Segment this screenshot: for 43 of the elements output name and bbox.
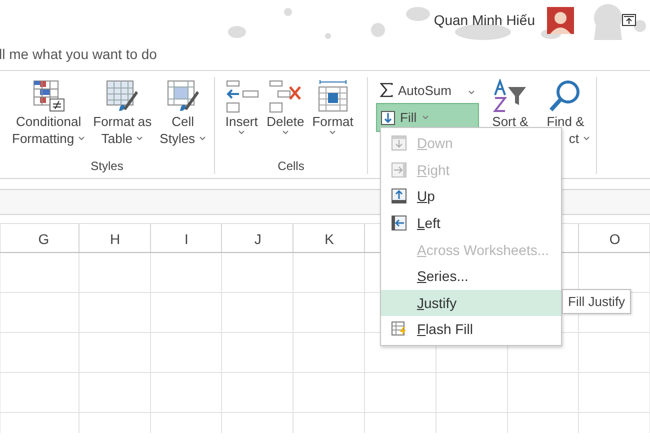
fill-left-icon bbox=[391, 215, 407, 232]
menu-item[interactable]: Left bbox=[381, 210, 561, 236]
flash-fill-icon bbox=[391, 321, 407, 338]
menu-item[interactable]: Flash Fill bbox=[381, 316, 561, 343]
search-icon bbox=[548, 79, 582, 113]
ribbon-button[interactable]: Insert bbox=[222, 77, 261, 159]
group-label: Styles bbox=[90, 159, 124, 174]
fill-up-icon bbox=[391, 188, 407, 204]
ribbon-button[interactable]: Format as Table bbox=[91, 77, 154, 159]
ribbon-button[interactable]: Cell Styles bbox=[158, 77, 208, 159]
fill-down-icon bbox=[391, 135, 407, 152]
ribbon-button[interactable]: Delete bbox=[264, 77, 306, 159]
conditional-formatting-icon bbox=[32, 79, 66, 113]
user-name[interactable]: Quan Minh Hiếu bbox=[434, 12, 535, 28]
tooltip: Fill Justify bbox=[562, 289, 632, 314]
tell-me-field[interactable]: ll me what you want to do bbox=[0, 40, 650, 62]
column-header[interactable]: G bbox=[38, 231, 50, 247]
find-label[interactable]: Find & bbox=[546, 113, 584, 130]
autosum-button[interactable]: AutoSum bbox=[376, 79, 480, 101]
sort-label[interactable]: Sort & bbox=[492, 113, 528, 130]
group-label: Cells bbox=[276, 159, 306, 174]
cell-styles-icon bbox=[166, 79, 200, 113]
fill-down-icon bbox=[381, 110, 395, 124]
avatar-icon[interactable] bbox=[547, 6, 574, 34]
ribbon-button[interactable]: Format bbox=[310, 77, 356, 159]
ribbon-display-icon[interactable] bbox=[622, 14, 636, 26]
delete-cells-icon bbox=[268, 79, 302, 113]
menu-item[interactable]: Up bbox=[381, 183, 561, 210]
menu-item[interactable]: Justify bbox=[381, 290, 561, 316]
ribbon-button[interactable]: Conditional Formatting bbox=[10, 77, 88, 159]
format-cells-icon bbox=[316, 79, 350, 113]
menu-item[interactable]: Series... bbox=[381, 262, 561, 290]
sigma-icon bbox=[380, 83, 393, 97]
caret-icon bbox=[422, 115, 429, 120]
find-label[interactable]: ct bbox=[568, 130, 590, 147]
column-header[interactable]: K bbox=[324, 231, 334, 247]
insert-cells-icon bbox=[224, 79, 259, 113]
column-header[interactable]: H bbox=[110, 231, 120, 247]
column-header[interactable]: J bbox=[254, 231, 262, 247]
format-table-icon bbox=[105, 79, 140, 113]
column-header[interactable]: I bbox=[184, 231, 188, 247]
column-header[interactable]: O bbox=[609, 231, 620, 247]
fill-right-icon bbox=[391, 162, 407, 178]
